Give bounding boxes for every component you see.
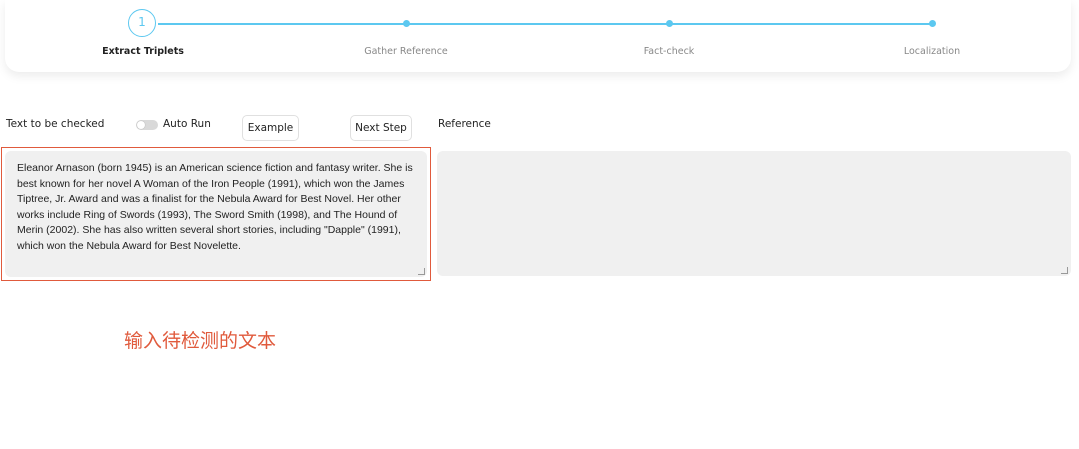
step-label-extract-triplets[interactable]: Extract Triplets [102,46,184,57]
auto-run-label: Auto Run [163,118,211,130]
example-button[interactable]: Example [242,115,299,141]
step-label-gather-reference[interactable]: Gather Reference [364,46,448,57]
text-to-check-input[interactable]: Eleanor Arnason (born 1945) is an Americ… [5,151,427,277]
stepper-progress-line [158,23,934,25]
step-1-indicator[interactable]: 1 [128,9,156,37]
step-label-fact-check[interactable]: Fact-check [644,46,695,57]
step-3-indicator[interactable] [666,20,673,27]
annotation-caption: 输入待检测的文本 [124,330,277,352]
step-label-localization[interactable]: Localization [904,46,960,57]
auto-run-toggle[interactable] [136,120,158,130]
toggle-knob [137,121,145,129]
step-2-indicator[interactable] [403,20,410,27]
reference-label: Reference [438,118,491,130]
text-to-check-label: Text to be checked [6,118,105,130]
reference-input[interactable] [437,151,1071,276]
next-step-button[interactable]: Next Step [350,115,412,141]
resize-handle-icon[interactable] [418,268,425,275]
resize-handle-icon[interactable] [1061,267,1068,274]
step-4-indicator[interactable] [929,20,936,27]
stepper-card [5,0,1071,72]
